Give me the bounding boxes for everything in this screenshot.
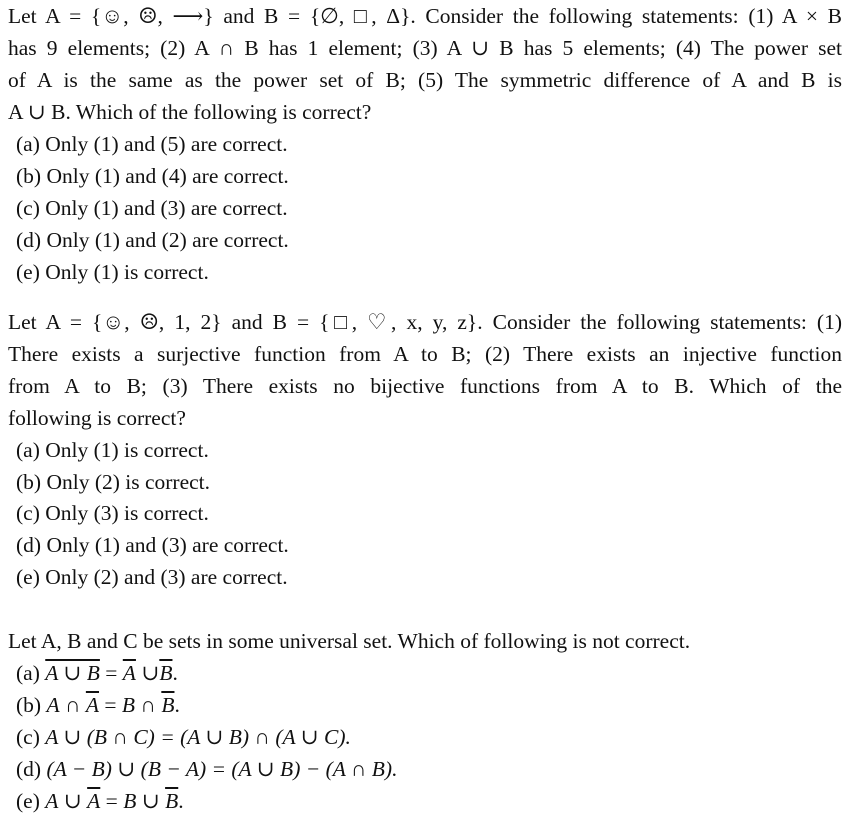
intersection-operator: ∩ [64,693,81,717]
option-label: (b) [16,693,42,717]
set-complement: A [122,661,136,685]
set-name: B [123,789,137,813]
equals-sign: = [104,693,117,717]
option-label: (d) [16,757,42,781]
question-1-option-c[interactable]: (c) Only (1) and (3) are correct. [16,192,842,224]
period: . [172,661,178,685]
question-2-stem-line-3: from A to B; (3) There exists no bijecti… [8,374,842,398]
question-3-option-e[interactable]: (e) A ∪ A = B ∪ B. [16,785,842,817]
question-2-option-d[interactable]: (d) Only (1) and (3) are correct. [16,529,842,561]
question-1-stem-line-2: has 9 elements; (2) A ∩ B has 1 element;… [8,36,842,60]
equals-sign: = [105,661,118,685]
question-2-option-c[interactable]: (c) Only (3) is correct. [16,497,842,529]
question-1-option-a[interactable]: (a) Only (1) and (5) are correct. [16,128,842,160]
question-1-stem-line-4: A ∪ B. Which of the following is correct… [8,100,372,124]
question-1-option-b[interactable]: (b) Only (1) and (4) are correct. [16,160,842,192]
question-2-stem-line-4: following is correct? [8,406,186,430]
set-complement: B [161,693,175,717]
question-2-stem-line-1: Let A = {☺, ☹, 1, 2} and B = {□, ♡, x, y… [8,310,842,334]
set-expression: (A − B) ∪ (B − A) = (A ∪ B) − (A ∩ B). [46,757,398,781]
period: . [174,693,180,717]
question-2-option-b[interactable]: (b) Only (2) is correct. [16,466,842,498]
question-3-option-c[interactable]: (c) A ∪ (B ∩ C) = (A ∪ B) ∩ (A ∪ C). [16,721,842,753]
set-complement: A [85,693,100,717]
question-1-stem-line-3: of A is the same as the power set of B; … [8,68,842,92]
set-expression: A ∪ (B ∩ C) = (A ∪ B) ∩ (A ∪ C). [45,725,351,749]
set-name: A [45,789,59,813]
union-operator: ∪ [141,661,160,685]
set-name: A [46,693,60,717]
set-name: B [121,693,136,717]
set-complement: A [87,789,101,813]
question-3-option-b[interactable]: (b) A ∩ A = B ∩ B. [16,689,842,721]
equals-sign: = [105,789,118,813]
question-1-stem-line-1: Let A = {☺, ☹, ⟶} and B = {∅, □, Δ}. Con… [8,4,842,28]
set-complement: B [165,789,179,813]
question-3-option-d[interactable]: (d) (A − B) ∪ (B − A) = (A ∪ B) − (A ∩ B… [16,753,842,785]
question-1-option-d[interactable]: (d) Only (1) and (2) are correct. [16,224,842,256]
option-label: (a) [16,661,40,685]
option-label: (c) [16,725,40,749]
question-3-option-a[interactable]: (a) A ∪ B = A ∪B. [16,657,842,689]
intersection-operator: ∩ [140,693,156,717]
union-operator: ∪ [141,789,160,813]
question-2-stem-line-2: There exists a surjective function from … [8,342,842,366]
union-operator: ∪ [63,789,82,813]
set-complement: B [159,661,173,685]
question-2-option-a[interactable]: (a) Only (1) is correct. [16,434,842,466]
question-3-stem: Let A, B and C be sets in some universal… [8,629,691,653]
complement-expression: A ∪ B [45,661,100,685]
question-1-option-e[interactable]: (e) Only (1) is correct. [16,256,842,288]
option-label: (e) [16,789,40,813]
question-2-option-e[interactable]: (e) Only (2) and (3) are correct. [16,561,842,593]
period: . [178,789,184,813]
